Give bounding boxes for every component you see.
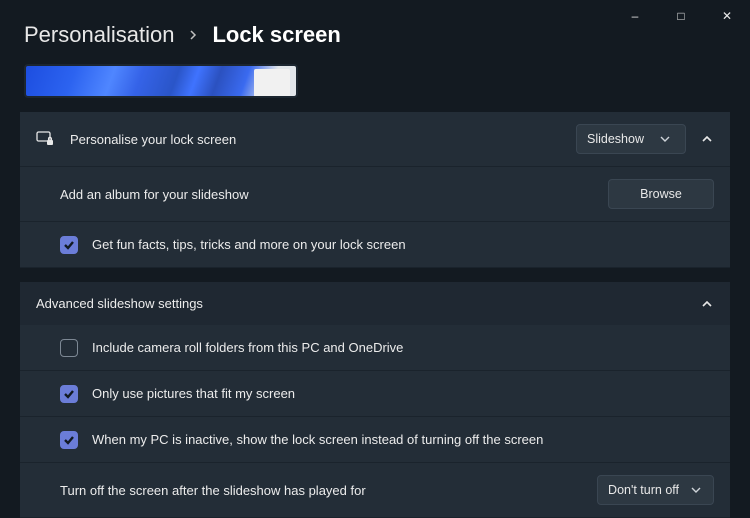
maximize-button[interactable]: □ [658,0,704,32]
window-controls: – □ ✕ [612,0,750,32]
fit-screen-row[interactable]: Only use pictures that fit my screen [20,371,730,417]
lock-screen-preview[interactable] [24,64,298,98]
turnoff-label: Turn off the screen after the slideshow … [60,483,597,498]
dropdown-value: Slideshow [587,132,644,146]
close-button[interactable]: ✕ [704,0,750,32]
advanced-settings-title: Advanced slideshow settings [36,296,700,311]
camera-roll-label: Include camera roll folders from this PC… [92,340,714,355]
monitor-lock-icon [36,130,54,148]
personalise-title: Personalise your lock screen [70,132,576,147]
turnoff-value: Don't turn off [608,483,679,497]
add-album-label: Add an album for your slideshow [60,187,608,202]
chevron-up-icon[interactable] [700,297,714,311]
fun-facts-row[interactable]: Get fun facts, tips, tricks and more on … [20,222,730,268]
fun-facts-checkbox[interactable] [60,236,78,254]
add-album-row: Add an album for your slideshow Browse [20,167,730,222]
camera-roll-checkbox[interactable] [60,339,78,357]
breadcrumb-parent[interactable]: Personalisation [24,22,174,48]
chevron-right-icon [188,27,198,43]
chevron-up-icon[interactable] [700,132,714,146]
fit-screen-label: Only use pictures that fit my screen [92,386,714,401]
inactive-lock-row[interactable]: When my PC is inactive, show the lock sc… [20,417,730,463]
chevron-down-icon [689,483,703,497]
turnoff-row: Turn off the screen after the slideshow … [20,463,730,518]
personalise-lock-screen-row[interactable]: Personalise your lock screen Slideshow [20,112,730,167]
fun-facts-label: Get fun facts, tips, tricks and more on … [92,237,714,252]
turnoff-dropdown[interactable]: Don't turn off [597,475,714,505]
chevron-down-icon [658,132,672,146]
fit-screen-checkbox[interactable] [60,385,78,403]
inactive-lock-label: When my PC is inactive, show the lock sc… [92,432,714,447]
breadcrumb-current: Lock screen [212,22,340,48]
minimize-button[interactable]: – [612,0,658,32]
lock-screen-mode-dropdown[interactable]: Slideshow [576,124,686,154]
inactive-lock-checkbox[interactable] [60,431,78,449]
camera-roll-row[interactable]: Include camera roll folders from this PC… [20,325,730,371]
browse-button[interactable]: Browse [608,179,714,209]
advanced-settings-header[interactable]: Advanced slideshow settings [20,282,730,325]
